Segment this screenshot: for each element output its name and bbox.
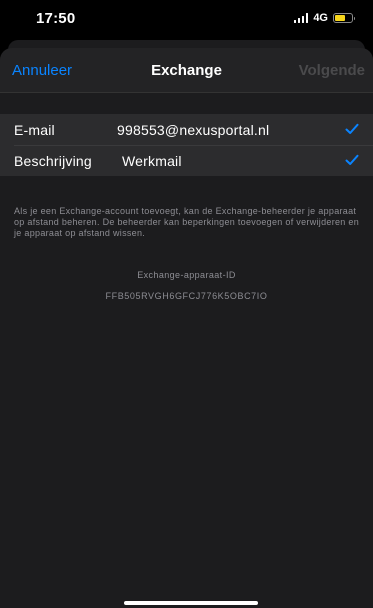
checkmark-icon [345, 154, 359, 165]
exchange-sheet: Annuleer Exchange Volgende E-mail 998553… [0, 48, 373, 608]
checkmark-icon [345, 123, 359, 134]
exchange-info-text: Als je een Exchange-account toevoegt, ka… [14, 206, 360, 238]
description-field[interactable]: Werkmail [122, 153, 182, 169]
next-button[interactable]: Volgende [299, 62, 365, 79]
status-indicators: 4G [293, 12, 355, 24]
description-row[interactable]: Beschrijving Werkmail [0, 145, 373, 176]
battery-icon [333, 13, 355, 23]
email-field[interactable]: 998553@nexusportal.nl [117, 122, 269, 138]
account-form: E-mail 998553@nexusportal.nl Beschrijvin… [0, 114, 373, 176]
network-type: 4G [313, 12, 328, 24]
cellular-signal-icon [293, 13, 309, 23]
status-time: 17:50 [36, 10, 76, 27]
home-indicator[interactable] [124, 601, 258, 605]
description-label: Beschrijving [14, 152, 92, 169]
navigation-bar: Annuleer Exchange Volgende [0, 48, 373, 93]
status-bar: 17:50 4G [0, 0, 373, 40]
device-id-label: Exchange-apparaat-ID [137, 270, 236, 280]
email-row[interactable]: E-mail 998553@nexusportal.nl [0, 114, 373, 145]
device-id-value: FFB505RVGH6GFCJ776K5OBC7IO [105, 291, 268, 301]
email-label: E-mail [14, 121, 55, 138]
battery-level [335, 15, 345, 21]
